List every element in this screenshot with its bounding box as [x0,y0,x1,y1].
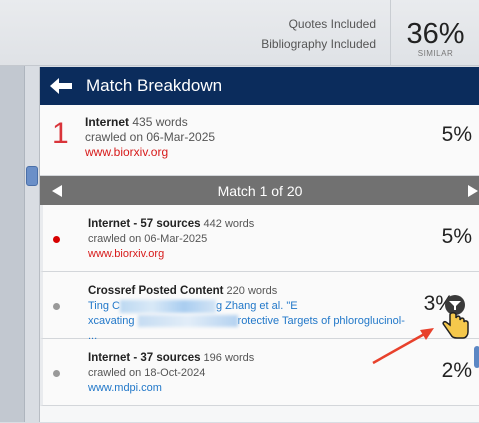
citation-start: Ting C [88,300,120,312]
source-percent: 2% [441,359,472,382]
report-toolbar: Quotes Included Bibliography Included 36… [0,0,479,66]
source-percent: 5% [441,225,472,248]
source-dot [53,303,60,310]
word-count: 442 words [203,218,255,230]
top-match-card[interactable]: 1 Internet 435 words crawled on 06-Mar-2… [40,105,479,176]
source-title: Internet - 37 sources [88,352,201,364]
bibliography-included-label[interactable]: Bibliography Included [261,34,376,54]
quotes-included-label[interactable]: Quotes Included [261,14,376,34]
word-count: 220 words [226,285,278,297]
rail-scroll-handle[interactable] [26,166,38,186]
match-rank: 1 [52,117,69,150]
source-url[interactable]: www.mdpi.com [88,381,408,396]
redacted-text [120,299,216,313]
crawl-date: crawled on 06-Mar-2025 [88,233,208,245]
similarity-percent: 36% [406,18,465,50]
document-rail [0,66,25,422]
arrow-left-icon[interactable] [50,78,72,94]
source-title: Crossref Posted Content [88,285,224,297]
hand-pointer-icon [442,295,469,339]
source-title: Internet - 57 sources [88,218,201,230]
top-match-details: Internet 435 words crawled on 06-Mar-202… [85,115,215,160]
triangle-left-icon[interactable] [52,185,62,197]
source-row[interactable]: Internet - 57 sources 442 words crawled … [40,205,479,272]
match-percent: 5% [441,123,472,146]
citation-line-1[interactable]: Ting C g Zhang et al. "E [88,299,408,314]
list-scrollbar[interactable] [474,346,479,368]
source-url[interactable]: www.biorxiv.org [88,247,408,262]
triangle-right-icon[interactable] [468,185,478,197]
redacted-text [137,315,238,328]
source-dot [53,236,60,243]
match-navigator: Match 1 of 20 [40,176,479,205]
source-type: Internet [85,115,130,129]
word-count: 196 words [203,352,255,364]
source-dot [53,370,60,377]
annotation-arrow-icon [372,328,434,365]
source-details: Internet - 57 sources 442 words crawled … [88,217,408,262]
match-counter: Match 1 of 20 [217,182,303,199]
word-count: 435 words [132,115,188,129]
similarity-label: SIMILAR [417,49,454,58]
source-url[interactable]: www.biorxiv.org [85,145,215,160]
filter-status: Quotes Included Bibliography Included [261,14,376,54]
crawl-date: crawled on 18-Oct-2024 [88,367,206,379]
crawl-date: crawled on 06-Mar-2025 [85,130,216,144]
source-details: Crossref Posted Content 220 words Ting C… [88,284,408,344]
source-details: Internet - 37 sources 196 words crawled … [88,351,408,396]
citation-end: g Zhang et al. "E [216,300,298,312]
citation-start: xcavating [88,315,138,327]
panel-header: Match Breakdown [40,67,479,105]
similarity-score[interactable]: 36% SIMILAR [390,0,479,65]
panel-title: Match Breakdown [86,76,223,95]
